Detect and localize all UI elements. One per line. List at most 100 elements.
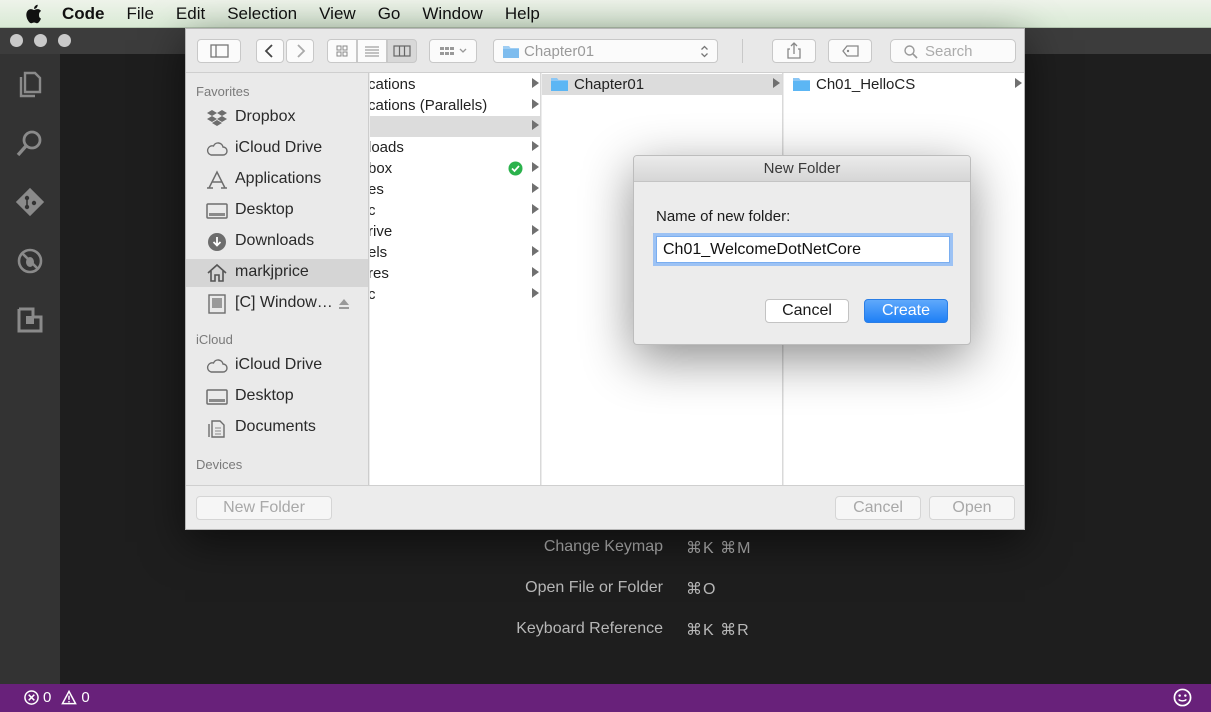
disclosure-arrow-icon — [532, 246, 539, 256]
zoom-window-button[interactable] — [58, 34, 71, 47]
sidebar-item-applications[interactable]: Applications — [186, 166, 368, 194]
list-item[interactable] — [370, 116, 540, 137]
list-view-button[interactable] — [357, 39, 387, 63]
desktop-icon — [206, 203, 228, 219]
sidebar-item-markjprice[interactable]: markjprice — [186, 259, 368, 287]
menu-bar: Code File Edit Selection View Go Window … — [0, 0, 1211, 28]
list-item-ch01-hellocs[interactable]: Ch01_HelloCS — [784, 74, 1024, 95]
menu-file[interactable]: File — [127, 4, 154, 24]
minimize-window-button[interactable] — [34, 34, 47, 47]
close-window-button[interactable] — [10, 34, 23, 47]
desktop-icon — [206, 389, 228, 405]
explorer-icon[interactable] — [14, 68, 46, 100]
tag-button[interactable] — [828, 39, 872, 63]
list-item[interactable]: cations — [370, 74, 540, 95]
menu-go[interactable]: Go — [378, 4, 401, 24]
menu-edit[interactable]: Edit — [176, 4, 205, 24]
cancel-button[interactable]: Cancel — [835, 496, 921, 520]
shortcut-keys: ⌘O — [686, 581, 717, 598]
error-count: 0 — [43, 689, 52, 706]
status-bar: 0 0 — [0, 684, 1211, 712]
path-popup[interactable]: Chapter01 — [493, 39, 718, 63]
sync-check-icon — [508, 161, 523, 176]
sidebar-item-icloud-drive-2[interactable]: iCloud Drive — [186, 352, 368, 380]
list-item[interactable]: rive — [370, 221, 540, 242]
shortcut-label: Open File or Folder — [525, 579, 663, 596]
disclosure-arrow-icon — [532, 141, 539, 151]
back-button[interactable] — [256, 39, 284, 63]
sheet-cancel-button[interactable]: Cancel — [765, 299, 849, 323]
sidebar-heading-icloud: iCloud — [196, 332, 233, 347]
list-item-label: box — [370, 160, 393, 177]
open-button[interactable]: Open — [929, 496, 1015, 520]
chevron-right-icon — [297, 44, 306, 58]
eject-icon[interactable] — [338, 298, 350, 310]
search-icon[interactable] — [14, 127, 46, 159]
disclosure-arrow-icon — [532, 288, 539, 298]
share-icon — [787, 42, 801, 59]
list-item[interactable]: c — [370, 200, 540, 221]
source-control-icon[interactable] — [14, 186, 46, 218]
create-button[interactable]: Create — [864, 299, 948, 323]
sidebar-toggle-button[interactable] — [197, 39, 241, 63]
sidebar-item-windows-drive[interactable]: [C] Window… — [186, 290, 368, 318]
icon-view-button[interactable] — [327, 39, 357, 63]
search-field[interactable]: Search — [890, 39, 1016, 63]
sidebar-icon — [210, 44, 229, 58]
list-item-chapter01[interactable]: Chapter01 — [542, 74, 782, 95]
debug-icon[interactable] — [14, 245, 46, 277]
menu-view[interactable]: View — [319, 4, 356, 24]
list-item[interactable]: box — [370, 158, 540, 179]
dialog-sidebar: Favorites Dropbox iCloud Drive Applicati… — [186, 73, 369, 485]
columns-icon — [393, 45, 411, 57]
share-button[interactable] — [772, 39, 816, 63]
shortcut-keys: ⌘K ⌘M — [686, 540, 752, 557]
disclosure-arrow-icon — [773, 78, 780, 88]
menu-code[interactable]: Code — [62, 4, 105, 24]
sidebar-item-label: iCloud Drive — [235, 139, 323, 156]
list-item-label: Chapter01 — [574, 76, 645, 93]
shortcut-label: Change Keymap — [543, 538, 663, 555]
folder-icon — [793, 78, 810, 91]
list-item[interactable]: c — [370, 284, 540, 305]
sidebar-item-dropbox[interactable]: Dropbox — [186, 104, 368, 132]
apple-icon[interactable] — [24, 3, 46, 25]
list-icon — [365, 46, 379, 57]
folder-name-input[interactable] — [656, 236, 950, 263]
list-item[interactable]: loads — [370, 137, 540, 158]
sidebar-item-downloads[interactable]: Downloads — [186, 228, 368, 256]
grid-icon — [336, 45, 348, 57]
list-item[interactable]: cations (Parallels) — [370, 95, 540, 116]
warning-icon — [61, 690, 78, 705]
toolbar-divider — [742, 39, 743, 63]
shortcut-label: Keyboard Reference — [516, 620, 663, 637]
error-icon — [24, 690, 39, 705]
list-item[interactable]: els — [370, 242, 540, 263]
disclosure-arrow-icon — [532, 204, 539, 214]
list-item[interactable]: es — [370, 179, 540, 200]
problems-status[interactable]: 0 0 — [24, 689, 90, 706]
sidebar-item-desktop[interactable]: Desktop — [186, 197, 368, 225]
column-view-button[interactable] — [387, 39, 417, 63]
extensions-icon[interactable] — [14, 304, 46, 336]
sidebar-item-label: iCloud Drive — [235, 356, 323, 373]
sidebar-item-desktop-2[interactable]: Desktop — [186, 383, 368, 411]
activity-bar — [0, 54, 60, 684]
disclosure-arrow-icon — [532, 120, 539, 130]
folder-icon — [551, 78, 568, 91]
sidebar-item-icloud-drive[interactable]: iCloud Drive — [186, 135, 368, 163]
menu-window[interactable]: Window — [422, 4, 482, 24]
shortcut-change-keymap[interactable]: Change Keymap ⌘K ⌘M — [60, 536, 1211, 560]
smiley-feedback-icon[interactable] — [1173, 688, 1192, 707]
disclosure-arrow-icon — [532, 183, 539, 193]
forward-button[interactable] — [286, 39, 314, 63]
shortcut-keyboard-reference[interactable]: Keyboard Reference ⌘K ⌘R — [60, 618, 1211, 642]
arrange-button[interactable] — [429, 39, 477, 63]
menu-help[interactable]: Help — [505, 4, 540, 24]
menu-selection[interactable]: Selection — [227, 4, 297, 24]
list-item[interactable]: res — [370, 263, 540, 284]
warning-count: 0 — [81, 689, 90, 706]
shortcut-open-file-or-folder[interactable]: Open File or Folder ⌘O — [60, 577, 1211, 601]
new-folder-button[interactable]: New Folder — [196, 496, 332, 520]
sidebar-item-documents[interactable]: Documents — [186, 414, 368, 442]
